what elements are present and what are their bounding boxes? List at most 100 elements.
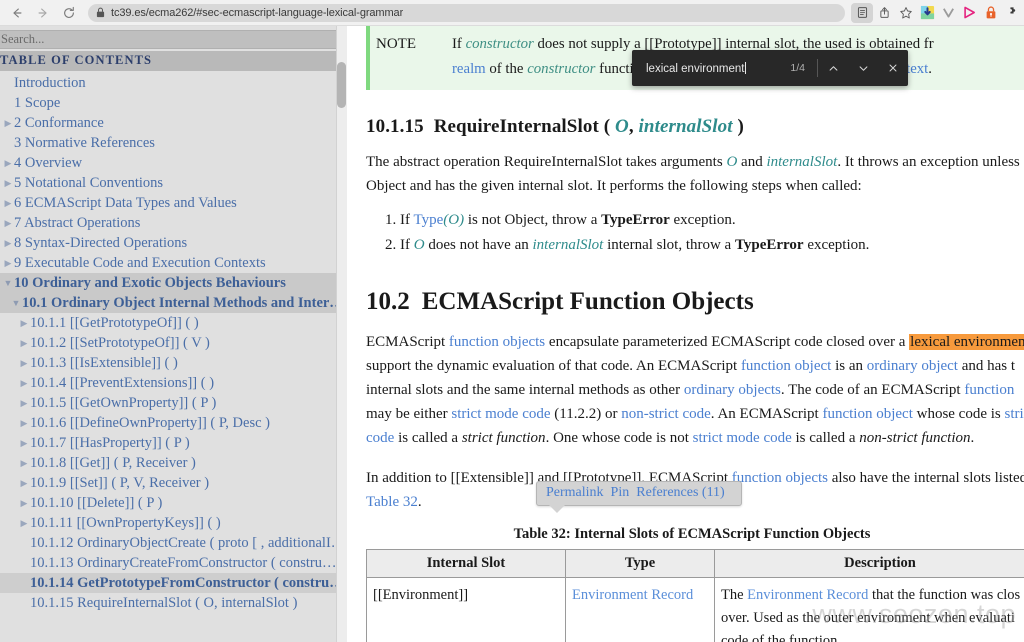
bookmark-star-icon[interactable]	[895, 3, 917, 23]
toc-item[interactable]: ▶ 10.1.11 [[OwnPropertyKeys]] ( )	[0, 513, 347, 533]
p3-b: also have the internal slots listed	[828, 470, 1024, 486]
download-manager-icon[interactable]	[917, 3, 938, 23]
toc-item[interactable]: ▶ 4 Overview	[0, 153, 347, 173]
password-manager-icon[interactable]	[980, 3, 1001, 23]
chevron-right-icon[interactable]: ▶	[18, 393, 30, 413]
link-function-objects-2[interactable]: function objects	[732, 470, 828, 486]
heading-10-2: 10.2 ECMAScript Function Objects	[366, 288, 1024, 316]
chevron-right-icon[interactable]: ▶	[2, 253, 14, 273]
chevron-right-icon[interactable]: ▶	[18, 373, 30, 393]
toc-item[interactable]: ▶ 10.1.9 [[Set]] ( P, V, Receiver )	[0, 473, 347, 493]
heading-comma: ,	[628, 116, 639, 137]
step2-d: exception.	[803, 237, 870, 253]
chevron-right-icon[interactable]: ▶	[2, 233, 14, 253]
permalink-link[interactable]: Permalink	[546, 485, 604, 500]
chevron-right-icon[interactable]: ▶	[18, 493, 30, 513]
chevron-right-icon[interactable]: ▶	[2, 193, 14, 213]
puzzle-extensions-icon[interactable]	[1001, 3, 1022, 23]
link-environment-record-desc[interactable]: Environment Record	[747, 587, 868, 603]
chevron-right-icon[interactable]: ▶	[18, 413, 30, 433]
toc-item[interactable]: 10.1.14 GetPrototypeFromConstructor ( co…	[0, 573, 347, 593]
toc-item[interactable]: ▼ 10.1 Ordinary Object Internal Methods a…	[0, 293, 347, 313]
toc-item[interactable]: ▶ 10.1.10 [[Delete]] ( P )	[0, 493, 347, 513]
link-environment-record-type[interactable]: Environment Record	[572, 587, 693, 603]
chevron-down-icon[interactable]: ▼	[10, 293, 22, 313]
search-input[interactable]: Search...	[0, 30, 344, 49]
link-strict-mode-code-2[interactable]: strict mode code	[693, 430, 792, 446]
paragraph-10-1-15: The abstract operation RequireInternalSl…	[366, 150, 1024, 198]
sidebar-scrollbar-track[interactable]	[336, 26, 347, 642]
step2-typeerror: TypeError	[734, 237, 804, 253]
toc-item[interactable]: 10.1.12 OrdinaryObjectCreate ( proto [ ,…	[0, 533, 347, 553]
toc-item[interactable]: 1 Scope	[0, 93, 347, 113]
toc-spacer	[18, 573, 30, 593]
address-bar[interactable]: tc39.es/ecma262/#sec-ecmascript-language…	[88, 3, 845, 22]
pin-link[interactable]: Pin	[611, 485, 630, 500]
chevron-right-icon[interactable]: ▶	[18, 453, 30, 473]
step1-c: exception.	[669, 212, 736, 228]
link-function-object-1[interactable]: function object	[741, 358, 831, 374]
note-realm-link[interactable]: realm	[452, 61, 486, 77]
toc-item[interactable]: ▶ 10.1.3 [[IsExtensible]] ( )	[0, 353, 347, 373]
heading-10-2-title: ECMAScript Function Objects	[421, 288, 754, 315]
toc-spacer	[18, 593, 30, 613]
chevron-right-icon[interactable]: ▶	[2, 113, 14, 133]
toc-item[interactable]: ▶ 8 Syntax-Directed Operations	[0, 233, 347, 253]
link-code[interactable]: code	[366, 430, 394, 446]
link-function-object-2[interactable]: function object	[822, 406, 912, 422]
toc-item[interactable]: ▶ 7 Abstract Operations	[0, 213, 347, 233]
find-close-button[interactable]	[878, 50, 908, 86]
toc-item[interactable]: ▶ 6 ECMAScript Data Types and Values	[0, 193, 347, 213]
chevron-right-icon[interactable]: ▶	[18, 313, 30, 333]
p-param-internalSlot: internalSlot	[766, 154, 838, 170]
toc-item[interactable]: ▶ 10.1.4 [[PreventExtensions]] ( )	[0, 373, 347, 393]
link-function[interactable]: function	[964, 382, 1014, 398]
chevron-down-icon[interactable]: ▼	[2, 273, 14, 293]
search-highlight: lexical environmen	[909, 334, 1024, 350]
toc-item[interactable]: ▼ 10 Ordinary and Exotic Objects Behaviou…	[0, 273, 347, 293]
link-function-objects-1[interactable]: function objects	[449, 334, 545, 350]
references-link[interactable]: References (11)	[636, 485, 724, 500]
chevron-right-icon[interactable]: ▶	[2, 173, 14, 193]
step1-type-link[interactable]: Type	[413, 212, 443, 228]
link-ordinary-objects[interactable]: ordinary objects	[684, 382, 781, 398]
link-ordinary-object[interactable]: ordinary object	[867, 358, 958, 374]
share-icon[interactable]	[873, 3, 895, 23]
toc-item[interactable]: ▶ 5 Notational Conventions	[0, 173, 347, 193]
toc-item[interactable]: ▶ 10.1.2 [[SetPrototypeOf]] ( V )	[0, 333, 347, 353]
chevron-right-icon[interactable]: ▶	[18, 333, 30, 353]
find-next-button[interactable]	[848, 50, 878, 86]
toc-item[interactable]: ▶ 10.1.5 [[GetOwnProperty]] ( P )	[0, 393, 347, 413]
chevron-right-icon[interactable]: ▶	[18, 433, 30, 453]
reader-mode-icon[interactable]	[851, 2, 873, 23]
toc-item[interactable]: Introduction	[0, 73, 347, 93]
find-prev-button[interactable]	[818, 50, 848, 86]
toc-item[interactable]: 10.1.15 RequireInternalSlot ( O, interna…	[0, 593, 347, 613]
link-non-strict-code[interactable]: non-strict code	[621, 406, 711, 422]
toc-item[interactable]: ▶ 10.1.1 [[GetPrototypeOf]] ( )	[0, 313, 347, 333]
forward-button[interactable]	[32, 2, 54, 24]
th-internal-slot: Internal Slot	[366, 549, 566, 578]
toc-item[interactable]: ▶ 10.1.7 [[HasProperty]] ( P )	[0, 433, 347, 453]
toc-item[interactable]: ▶ 10.1.6 [[DefineOwnProperty]] ( P, Desc …	[0, 413, 347, 433]
link-table-32[interactable]: Table 32	[366, 494, 418, 510]
link-strict-trunc[interactable]: stri	[1005, 406, 1024, 422]
toc-item[interactable]: ▶ 10.1.8 [[Get]] ( P, Receiver )	[0, 453, 347, 473]
sidebar-scrollbar-thumb[interactable]	[337, 62, 346, 108]
find-input[interactable]: lexical environment	[632, 61, 790, 75]
toc-item[interactable]: 10.1.13 OrdinaryCreateFromConstructor ( …	[0, 553, 347, 573]
chevron-right-icon[interactable]: ▶	[18, 353, 30, 373]
toc-item-label: 5 Notational Conventions	[14, 175, 164, 191]
chevron-right-icon[interactable]: ▶	[2, 153, 14, 173]
chevron-right-icon[interactable]: ▶	[2, 213, 14, 233]
back-button[interactable]	[6, 2, 28, 24]
chevron-right-icon[interactable]: ▶	[18, 473, 30, 493]
chevron-right-icon[interactable]: ▶	[18, 513, 30, 533]
link-strict-mode-code-1[interactable]: strict mode code	[451, 406, 550, 422]
toc-item[interactable]: ▶ 2 Conformance	[0, 113, 347, 133]
toc-item[interactable]: ▶ 9 Executable Code and Execution Context…	[0, 253, 347, 273]
reload-button[interactable]	[58, 2, 80, 24]
v-extension-icon[interactable]	[938, 3, 959, 23]
toc-item[interactable]: 3 Normative References	[0, 133, 347, 153]
play-extension-icon[interactable]	[959, 3, 980, 23]
